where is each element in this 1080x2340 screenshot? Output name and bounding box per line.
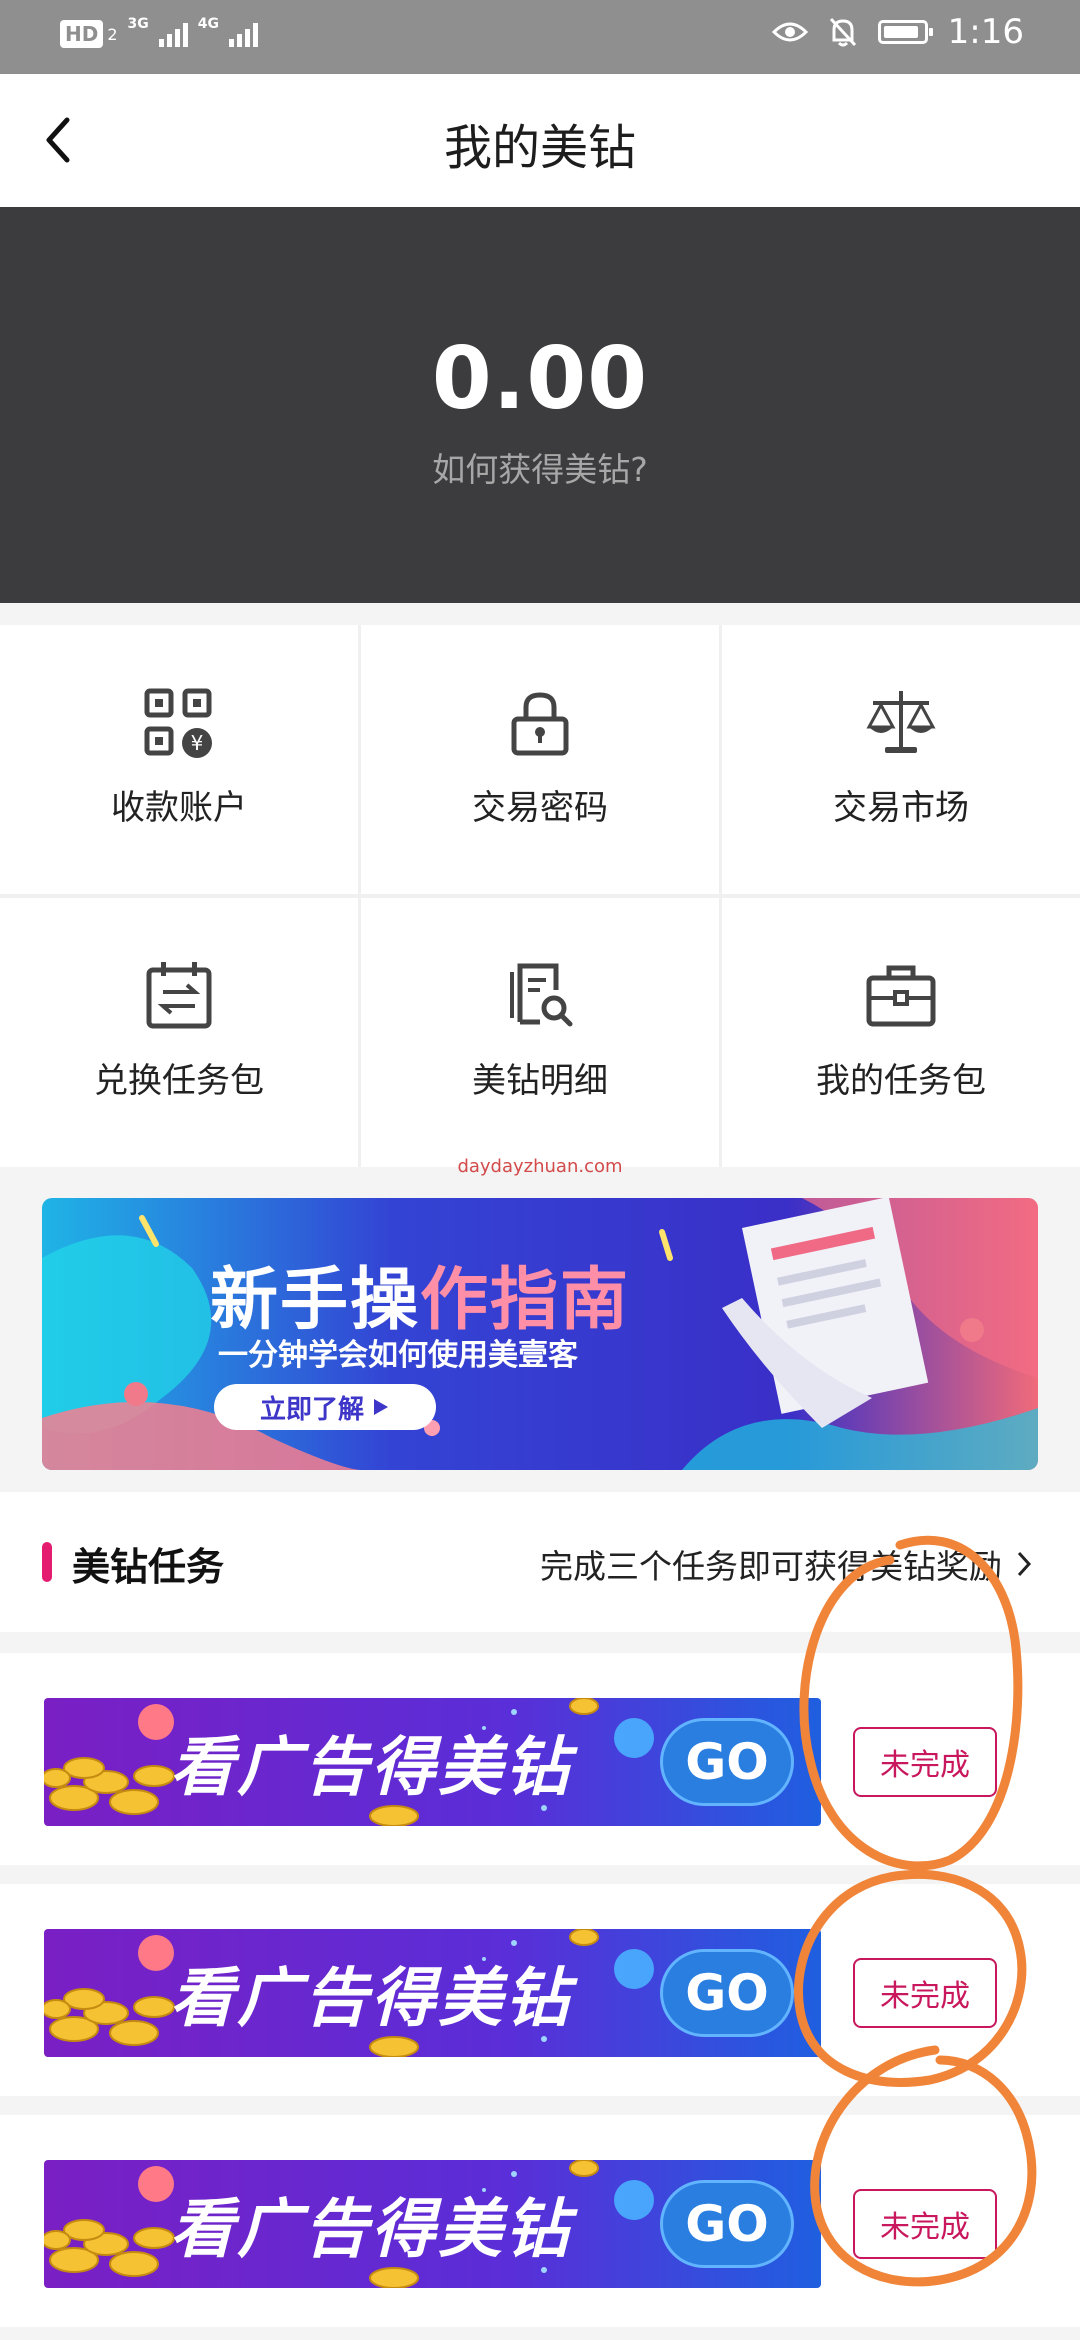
bell-off-icon xyxy=(829,17,856,47)
learn-now-label: 立即了解 xyxy=(259,1394,364,1425)
task-section-header: 美钻任务 完成三个任务即可获得美钻奖励 xyxy=(0,1492,1080,1632)
go-badge: GO xyxy=(660,2180,794,2268)
menu-grid: ¥ 收款账户 交易密码 交易市场 兑换任务包 美钻明细 我的任务包 xyxy=(0,625,1080,1167)
hd-sub: 2 xyxy=(107,24,118,44)
ad-banner-text: 看广告得美钻 xyxy=(170,1962,572,2036)
go-badge: GO xyxy=(660,1949,794,2037)
section-accent-bar xyxy=(42,1542,52,1582)
balance-amount: 0.00 xyxy=(431,329,649,429)
scale-icon xyxy=(866,691,936,753)
page-title: 我的美钻 xyxy=(443,120,636,176)
task-reward-tip[interactable]: 完成三个任务即可获得美钻奖励 xyxy=(540,1540,1032,1588)
status-left: HD 2 3G 4G xyxy=(60,16,258,48)
lock-icon xyxy=(511,692,569,756)
calendar-exchange-icon xyxy=(146,962,212,1029)
task-row: 看广告得美钻 GO 未完成 xyxy=(0,1884,1080,2096)
go-badge: GO xyxy=(660,1718,794,1806)
menu-label: 交易市场 xyxy=(833,788,969,828)
network-3g-label: 3G xyxy=(127,16,149,32)
ad-banner-text: 看广告得美钻 xyxy=(170,1731,572,1805)
menu-label: 兑换任务包 xyxy=(94,1061,264,1101)
task-reward-text: 完成三个任务即可获得美钻奖励 xyxy=(540,1547,1002,1586)
play-triangle-icon xyxy=(374,1399,388,1415)
task-status-button[interactable]: 未完成 xyxy=(853,1958,997,2028)
task-status-button[interactable]: 未完成 xyxy=(853,1727,997,1797)
network-4g-label: 4G xyxy=(197,16,219,32)
watermark: daydayzhuan.com xyxy=(457,1156,623,1177)
briefcase-icon xyxy=(866,965,936,1027)
learn-now-button[interactable]: 立即了解 xyxy=(214,1384,436,1430)
menu-label: 我的任务包 xyxy=(816,1061,986,1101)
menu-item-payee-account[interactable]: ¥ 收款账户 xyxy=(0,625,358,894)
qr-code-yuan-icon: ¥ xyxy=(144,688,212,758)
menu-label: 美钻明细 xyxy=(472,1061,608,1101)
menu-item-exchange-pack[interactable]: 兑换任务包 xyxy=(0,898,358,1167)
guide-title-part: 新手操 xyxy=(210,1261,421,1340)
how-to-earn-link[interactable]: 如何获得美钻? xyxy=(0,443,1080,491)
guide-banner[interactable]: 新手操作指南 一分钟学会如何使用美壹客 立即了解 xyxy=(42,1198,1038,1470)
task-row: 看广告得美钻 GO 未完成 xyxy=(0,2115,1080,2327)
clock: 1:16 xyxy=(947,12,1024,52)
ad-banner-text: 看广告得美钻 xyxy=(170,2193,572,2267)
task-row: 看广告得美钻 GO 未完成 xyxy=(0,1653,1080,1865)
menu-item-my-task-pack[interactable]: 我的任务包 xyxy=(722,898,1080,1167)
document-search-icon xyxy=(510,963,573,1027)
nav-bar: 我的美钻 xyxy=(0,74,1080,208)
menu-label: 收款账户 xyxy=(111,788,247,828)
menu-label: 交易密码 xyxy=(472,788,608,828)
ad-task-banner[interactable]: 看广告得美钻 GO xyxy=(44,1698,821,1826)
menu-item-market[interactable]: 交易市场 xyxy=(722,625,1080,894)
hd-badge: HD xyxy=(60,20,104,48)
eye-icon xyxy=(771,22,808,42)
menu-item-diamond-detail[interactable]: 美钻明细 xyxy=(361,898,719,1167)
battery-icon xyxy=(877,20,933,44)
guide-banner-title: 新手操作指南 xyxy=(210,1244,630,1343)
chevron-right-icon xyxy=(1017,1551,1032,1577)
task-section-title: 美钻任务 xyxy=(72,1545,225,1589)
task-status-button[interactable]: 未完成 xyxy=(853,2189,997,2259)
ad-task-banner[interactable]: 看广告得美钻 GO xyxy=(44,2160,821,2288)
balance-panel: 0.00 如何获得美钻? xyxy=(0,207,1080,603)
guide-title-highlight: 作指南 xyxy=(420,1261,631,1340)
guide-banner-subtitle: 一分钟学会如何使用美壹客 xyxy=(218,1338,578,1373)
signal-icon xyxy=(229,21,258,47)
status-bar: HD 2 3G 4G 1:16 xyxy=(0,0,1080,74)
menu-item-trade-password[interactable]: 交易密码 xyxy=(361,625,719,894)
signal-icon xyxy=(158,21,188,47)
ad-task-banner[interactable]: 看广告得美钻 GO xyxy=(44,1929,821,2057)
svg-text:¥: ¥ xyxy=(191,731,204,755)
status-right: 1:16 xyxy=(771,12,1024,52)
